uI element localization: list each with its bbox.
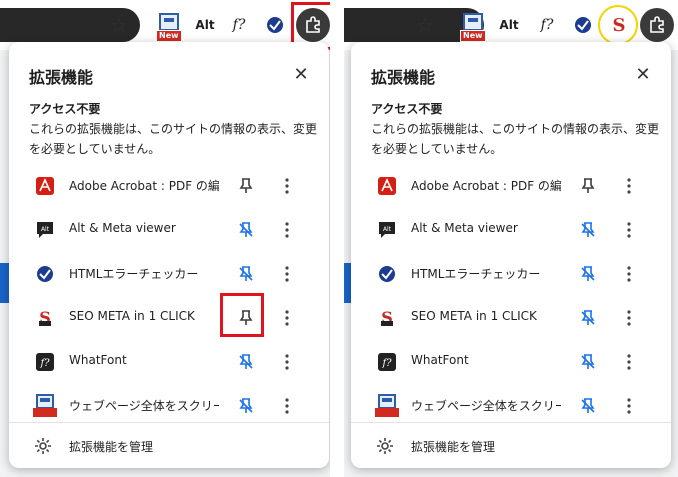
extension-name: HTMLエラーチェッカー bbox=[411, 267, 541, 281]
toolbar-alt-meta-icon[interactable]: Alt bbox=[188, 8, 222, 42]
unpin-icon[interactable] bbox=[231, 216, 261, 244]
new-badge: New bbox=[156, 30, 182, 42]
section-heading: アクセス不要 bbox=[371, 102, 443, 116]
section-description: これらの拡張機能は、このサイトの情報の表示、変更を必要としていません。 bbox=[29, 122, 318, 156]
more-options-icon[interactable] bbox=[275, 392, 299, 420]
extension-row[interactable]: S SEO META in 1 CLICK bbox=[351, 296, 671, 340]
svg-text:f?: f? bbox=[39, 358, 50, 369]
close-icon[interactable]: ✕ bbox=[629, 60, 657, 88]
toolbar-screenshot-extension-icon[interactable]: New bbox=[152, 8, 186, 42]
gear-icon bbox=[33, 436, 53, 456]
alt-meta-viewer-icon: Alt bbox=[33, 218, 57, 242]
extension-name: WhatFont bbox=[411, 353, 469, 367]
adobe-acrobat-icon bbox=[375, 174, 399, 198]
manage-extensions-button[interactable]: 拡張機能を管理 bbox=[351, 426, 671, 466]
svg-text:f?: f? bbox=[381, 358, 392, 369]
unpin-icon[interactable] bbox=[573, 304, 603, 332]
extensions-panel: 拡張機能 ✕ アクセス不要 これらの拡張機能は、このサイトの情報の表示、変更を必… bbox=[9, 42, 329, 468]
toolbar-html-checker-icon[interactable] bbox=[566, 8, 600, 42]
panel-title: 拡張機能 bbox=[29, 68, 94, 87]
toolbar-screenshot-extension-icon[interactable]: New bbox=[456, 8, 490, 42]
new-badge: New bbox=[460, 30, 486, 42]
screenshot-extension-icon bbox=[375, 394, 399, 418]
extension-row[interactable]: S SEO META in 1 CLICK bbox=[9, 296, 329, 340]
manage-extensions-label: 拡張機能を管理 bbox=[69, 440, 154, 454]
seo-meta-icon: S bbox=[33, 306, 57, 330]
bookmark-star-icon[interactable]: ☆ bbox=[408, 8, 442, 42]
extension-name: Adobe Acrobat : PDF の編… bbox=[411, 179, 561, 193]
extension-name: ウェブページ全体をスクリーンシ… bbox=[69, 399, 219, 413]
extension-row[interactable]: Alt Alt & Meta viewer bbox=[351, 208, 671, 252]
toolbar-whatfont-icon[interactable]: f? bbox=[530, 8, 564, 42]
divider bbox=[351, 422, 671, 423]
adobe-acrobat-icon bbox=[33, 174, 57, 198]
whatfont-icon: f? bbox=[33, 350, 57, 374]
section-heading: アクセス不要 bbox=[29, 102, 101, 116]
html-error-checker-icon bbox=[33, 262, 57, 286]
extension-name: Alt & Meta viewer bbox=[411, 221, 518, 235]
unpin-icon[interactable] bbox=[231, 260, 261, 288]
extension-row[interactable]: f? WhatFont bbox=[9, 340, 329, 384]
extensions-panel: 拡張機能 ✕ アクセス不要 これらの拡張機能は、このサイトの情報の表示、変更を必… bbox=[351, 42, 671, 468]
unpin-icon[interactable] bbox=[573, 260, 603, 288]
extension-row[interactable]: f? WhatFont bbox=[351, 340, 671, 384]
more-options-icon[interactable] bbox=[617, 216, 641, 244]
more-options-icon[interactable] bbox=[275, 260, 299, 288]
extension-name: Alt & Meta viewer bbox=[69, 221, 176, 235]
extension-name: Adobe Acrobat : PDF の編… bbox=[69, 179, 219, 193]
extension-row[interactable]: HTMLエラーチェッカー bbox=[9, 252, 329, 296]
unpin-icon[interactable] bbox=[231, 392, 261, 420]
svg-text:Alt: Alt bbox=[383, 226, 392, 233]
unpin-icon[interactable] bbox=[573, 348, 603, 376]
unpin-icon[interactable] bbox=[573, 216, 603, 244]
gear-icon bbox=[375, 436, 395, 456]
extension-row[interactable]: Adobe Acrobat : PDF の編… bbox=[351, 164, 671, 208]
more-options-icon[interactable] bbox=[275, 348, 299, 376]
close-icon[interactable]: ✕ bbox=[287, 60, 315, 88]
more-options-icon[interactable] bbox=[275, 304, 299, 332]
unpin-icon[interactable] bbox=[573, 392, 603, 420]
extension-name: WhatFont bbox=[69, 353, 127, 367]
html-error-checker-icon bbox=[375, 262, 399, 286]
screenshot-after: ☆ New Alt f? S 拡張機能 ✕ アクセス不要 これらの拡張機能は、こ… bbox=[344, 0, 678, 477]
more-options-icon[interactable] bbox=[617, 304, 641, 332]
toolbar-html-checker-icon[interactable] bbox=[258, 8, 292, 42]
extension-row[interactable]: Alt Alt & Meta viewer bbox=[9, 208, 329, 252]
manage-extensions-label: 拡張機能を管理 bbox=[411, 440, 496, 454]
manage-extensions-button[interactable]: 拡張機能を管理 bbox=[9, 426, 329, 466]
highlight-pinned-seo-icon bbox=[598, 5, 638, 45]
toolbar-alt-meta-icon[interactable]: Alt bbox=[492, 8, 526, 42]
toolbar-whatfont-icon[interactable]: f? bbox=[222, 8, 256, 42]
pin-icon[interactable] bbox=[573, 172, 603, 200]
seo-meta-icon: S bbox=[375, 306, 399, 330]
extension-row[interactable]: Adobe Acrobat : PDF の編… bbox=[9, 164, 329, 208]
bookmark-star-icon[interactable]: ☆ bbox=[102, 8, 136, 42]
more-options-icon[interactable] bbox=[275, 216, 299, 244]
panel-title: 拡張機能 bbox=[371, 68, 436, 87]
extensions-puzzle-icon[interactable] bbox=[640, 8, 674, 42]
more-options-icon[interactable] bbox=[617, 392, 641, 420]
extension-name: SEO META in 1 CLICK bbox=[69, 309, 195, 323]
more-options-icon[interactable] bbox=[617, 172, 641, 200]
more-options-icon[interactable] bbox=[617, 260, 641, 288]
screenshot-before: ☆ New Alt f? 拡張機能 ✕ アクセス不要 これらの拡張機能は、このサ… bbox=[0, 0, 330, 477]
section-description: これらの拡張機能は、このサイトの情報の表示、変更を必要としていません。 bbox=[371, 122, 660, 156]
more-options-icon[interactable] bbox=[275, 172, 299, 200]
extension-name: HTMLエラーチェッカー bbox=[69, 267, 199, 281]
svg-text:Alt: Alt bbox=[41, 226, 50, 233]
alt-meta-viewer-icon: Alt bbox=[375, 218, 399, 242]
extension-row[interactable]: HTMLエラーチェッカー bbox=[351, 252, 671, 296]
screenshot-extension-icon bbox=[33, 394, 57, 418]
unpin-icon[interactable] bbox=[231, 348, 261, 376]
highlight-pin-button bbox=[220, 293, 264, 337]
more-options-icon[interactable] bbox=[617, 348, 641, 376]
divider bbox=[9, 422, 329, 423]
whatfont-icon: f? bbox=[375, 350, 399, 374]
extension-name: ウェブページ全体をスクリーンシ… bbox=[411, 399, 561, 413]
extension-name: SEO META in 1 CLICK bbox=[411, 309, 537, 323]
pin-icon[interactable] bbox=[231, 172, 261, 200]
